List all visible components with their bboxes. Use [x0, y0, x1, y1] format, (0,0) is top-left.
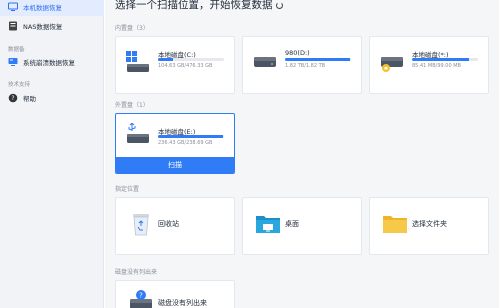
location-label: 桌面	[285, 220, 299, 228]
drive-size: 85.41 MB/99.00 MB	[412, 63, 461, 69]
group-label-missing: 磁盘没有列出来	[115, 269, 158, 276]
location-card-desktop[interactable]: 桌面	[242, 197, 362, 255]
computer-icon	[8, 2, 18, 11]
page-title-text: 选择一个扫描位置，开始恢复数据	[115, 0, 273, 11]
section-label-support: 技术支持	[8, 82, 31, 88]
section-label-system: 数据备	[8, 47, 25, 53]
desktop-folder-icon	[256, 216, 280, 233]
nas-icon	[9, 21, 17, 31]
hard-drive-icon	[254, 57, 276, 67]
location-label: 选择文件夹	[412, 220, 447, 228]
usage-bar	[412, 58, 478, 61]
drive-size: 236.43 GB/238.69 GB	[158, 140, 213, 146]
drive-card-star[interactable]: 本地磁盘(*:) 85.41 MB/99.00 MB	[369, 36, 489, 94]
group-label-specified: 指定位置	[115, 186, 140, 193]
refresh-icon[interactable]	[275, 1, 283, 9]
location-label: 磁盘没有列出来	[158, 299, 207, 307]
recycle-bin-icon	[133, 214, 149, 236]
sidebar-item-local-recovery[interactable]: 本机数据恢复	[0, 0, 104, 16]
drive-card-c[interactable]: 本地磁盘(C:) 104.63 GB/476.33 GB	[115, 36, 235, 94]
drive-card-e[interactable]: 本地磁盘(E:) 236.43 GB/238.69 GB 扫描	[115, 113, 235, 174]
sidebar-item-label: 本机数据恢复	[23, 4, 62, 12]
group-label-internal: 内置盘（3）	[115, 25, 149, 32]
sidebar-item-nas-recovery[interactable]: NAS数据恢复	[0, 17, 104, 35]
location-card-choose-folder[interactable]: 选择文件夹	[369, 197, 489, 255]
drive-name: 980(D:)	[285, 49, 310, 57]
drive-size: 1.82 TB/1.82 TB	[285, 63, 326, 69]
system-crash-icon	[8, 58, 18, 66]
folder-icon	[383, 216, 407, 233]
usage-fill	[158, 58, 173, 61]
sidebar-item-help[interactable]: ? 帮助	[0, 89, 104, 107]
usage-fill	[285, 58, 351, 61]
svg-text:?: ?	[139, 292, 143, 300]
usage-bar	[285, 58, 351, 61]
disk-question-icon: ?	[130, 290, 152, 308]
group-label-external: 外置盘（1）	[115, 102, 149, 109]
usb-drive-icon	[127, 123, 149, 143]
location-card-recycle-bin[interactable]: 回收站	[115, 197, 235, 255]
scan-button[interactable]: 扫描	[116, 157, 234, 173]
location-label: 回收站	[158, 220, 179, 228]
help-icon: ?	[8, 93, 18, 103]
sidebar-item-system-crash[interactable]: 系统崩溃数据恢复	[0, 53, 104, 71]
drive-size: 104.63 GB/476.33 GB	[158, 63, 213, 69]
page-title: 选择一个扫描位置，开始恢复数据	[115, 0, 283, 12]
main-panel: 选择一个扫描位置，开始恢复数据 内置盘（3） 本地磁盘(C:) 104.63 G…	[105, 0, 499, 308]
windows-drive-icon	[126, 51, 149, 72]
svg-text:?: ?	[11, 95, 14, 102]
sidebar-item-label: 帮助	[23, 95, 36, 103]
sidebar: 本机数据恢复 NAS数据恢复 数据备 系统崩溃数据恢复 技术支持 ? 帮助	[0, 0, 104, 308]
usage-fill	[412, 58, 469, 61]
location-card-missing-disk[interactable]: ? 磁盘没有列出来	[115, 280, 235, 308]
usage-bar	[158, 135, 224, 138]
usage-bar	[158, 58, 224, 61]
drive-card-d[interactable]: 980(D:) 1.82 TB/1.82 TB	[242, 36, 362, 94]
sidebar-item-label: 系统崩溃数据恢复	[23, 59, 75, 67]
locked-drive-icon	[381, 57, 403, 72]
sidebar-item-label: NAS数据恢复	[23, 23, 63, 31]
usage-fill	[158, 135, 224, 138]
